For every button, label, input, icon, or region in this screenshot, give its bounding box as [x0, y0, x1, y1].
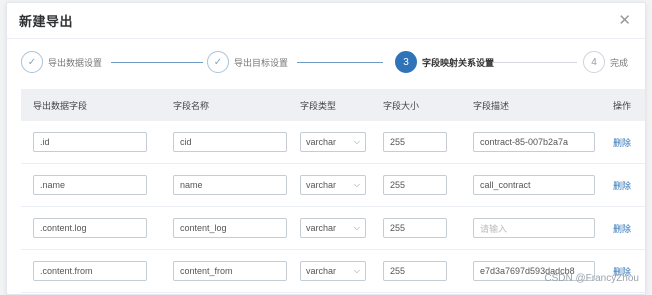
- field-size-input[interactable]: 255: [383, 261, 447, 281]
- field-desc-input[interactable]: 请输入: [473, 218, 595, 238]
- field-name-input[interactable]: content_from: [173, 261, 287, 281]
- header-field-name: 字段名称: [173, 100, 210, 111]
- dialog-title: 新建导出: [19, 14, 74, 29]
- source-field-input[interactable]: .id: [33, 132, 147, 152]
- field-type-select[interactable]: varchar ⌵: [300, 218, 366, 238]
- table-row: .name name varchar ⌵ 255 call_contract 删除: [21, 164, 645, 207]
- field-size-input[interactable]: 255: [383, 132, 447, 152]
- chevron-down-icon: ⌵: [353, 223, 360, 232]
- header-source-field: 导出数据字段: [33, 100, 88, 111]
- step-number: 4: [583, 51, 605, 73]
- header-action: 操作: [613, 100, 632, 111]
- field-name-input[interactable]: content_log: [173, 218, 287, 238]
- chevron-down-icon: ⌵: [353, 137, 360, 146]
- field-type-select[interactable]: varchar ⌵: [300, 175, 366, 195]
- step-finish[interactable]: 4 完成: [583, 51, 628, 73]
- step-connector: [297, 62, 383, 63]
- step-export-target[interactable]: ✓ 导出目标设置: [207, 51, 288, 73]
- table-row: .id cid varchar ⌵ 255 contract-85-007b2a7…: [21, 121, 645, 164]
- field-desc-input[interactable]: call_contract: [473, 175, 595, 195]
- watermark: CSDN @FrancyZhou: [544, 273, 639, 284]
- delete-link[interactable]: 删除: [613, 138, 631, 148]
- table-row: .content.from content_from varchar ⌵ 255 …: [21, 250, 645, 293]
- field-type-select[interactable]: varchar ⌵: [300, 132, 366, 152]
- field-type-value: varchar: [306, 266, 337, 276]
- field-type-value: varchar: [306, 223, 337, 233]
- step-export-data[interactable]: ✓ 导出数据设置: [21, 51, 102, 73]
- steps-bar: ✓ 导出数据设置 ✓ 导出目标设置 3 字段映射关系设置 4 完成: [7, 39, 645, 85]
- step-connector: [493, 62, 577, 63]
- delete-link[interactable]: 删除: [613, 181, 631, 191]
- field-size-input[interactable]: 255: [383, 175, 447, 195]
- new-export-dialog: 新建导出 ✕ ✓ 导出数据设置 ✓ 导出目标设置 3 字段映射关系设置 4 完成…: [6, 2, 646, 295]
- chevron-down-icon: ⌵: [353, 266, 360, 275]
- step-label: 导出目标设置: [234, 57, 289, 68]
- field-mapping-table: 导出数据字段 字段名称 字段类型 字段大小 字段描述 操作 .id cid va…: [21, 89, 645, 293]
- field-desc-input[interactable]: contract-85-007b2a7a: [473, 132, 595, 152]
- field-size-input[interactable]: 255: [383, 218, 447, 238]
- chevron-down-icon: ⌵: [353, 180, 360, 189]
- step-field-mapping[interactable]: 3 字段映射关系设置: [395, 51, 494, 73]
- close-icon[interactable]: ✕: [618, 13, 631, 28]
- field-type-select[interactable]: varchar ⌵: [300, 261, 366, 281]
- table-header: 导出数据字段 字段名称 字段类型 字段大小 字段描述 操作: [21, 89, 645, 121]
- delete-link[interactable]: 删除: [613, 224, 631, 234]
- step-connector: [111, 62, 203, 63]
- header-field-type: 字段类型: [300, 100, 337, 111]
- step-label: 字段映射关系设置: [422, 57, 495, 68]
- table-row: .content.log content_log varchar ⌵ 255 请输…: [21, 207, 645, 250]
- source-field-input[interactable]: .content.from: [33, 261, 147, 281]
- step-label: 完成: [610, 57, 629, 68]
- field-name-input[interactable]: cid: [173, 132, 287, 152]
- field-type-value: varchar: [306, 180, 337, 190]
- step-label: 导出数据设置: [48, 57, 103, 68]
- dialog-header: 新建导出 ✕: [7, 3, 645, 39]
- field-type-value: varchar: [306, 137, 337, 147]
- header-field-desc: 字段描述: [473, 100, 510, 111]
- header-field-size: 字段大小: [383, 100, 420, 111]
- source-field-input[interactable]: .content.log: [33, 218, 147, 238]
- source-field-input[interactable]: .name: [33, 175, 147, 195]
- check-icon: ✓: [207, 51, 229, 73]
- step-number: 3: [395, 51, 417, 73]
- check-icon: ✓: [21, 51, 43, 73]
- field-name-input[interactable]: name: [173, 175, 287, 195]
